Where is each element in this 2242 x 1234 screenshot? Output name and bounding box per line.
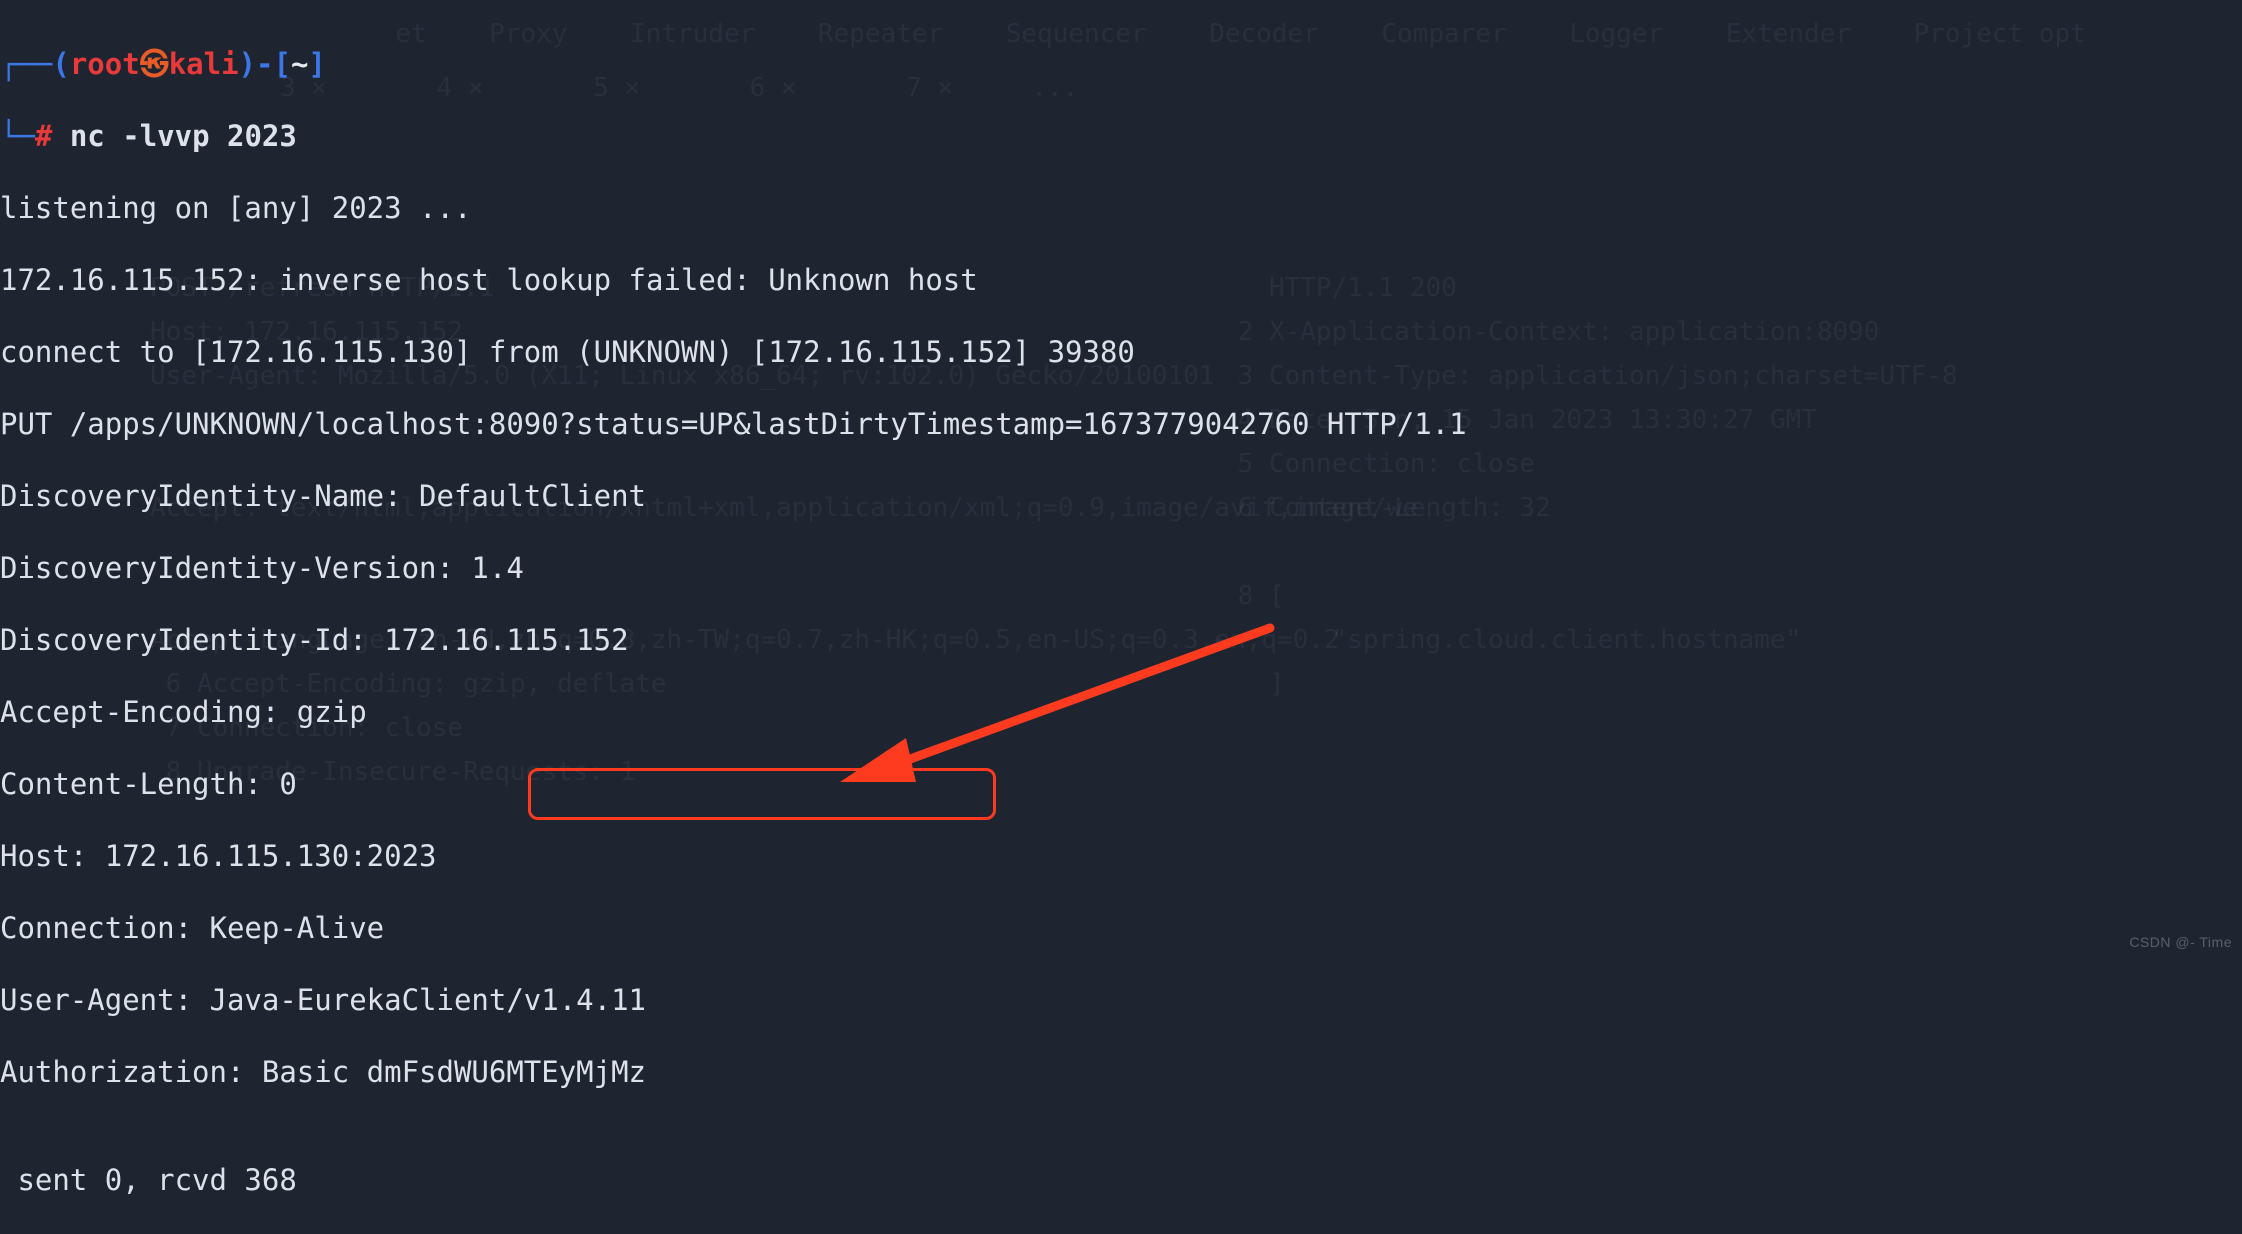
prompt-elbow: └─ [0, 119, 35, 153]
output-line-4: PUT /apps/UNKNOWN/localhost:8090?status=… [0, 406, 2242, 442]
prompt-line-1: ┌──(root㉿kali)-[~] [0, 46, 2242, 82]
output-line-5: DiscoveryIdentity-Name: DefaultClient [0, 478, 2242, 514]
prompt-path: ~ [291, 47, 308, 81]
prompt-bracket-close: ] [308, 47, 325, 81]
prompt-host: kali [169, 47, 239, 81]
output-line-6: DiscoveryIdentity-Version: 1.4 [0, 550, 2242, 586]
output-line-1: listening on [any] 2023 ... [0, 190, 2242, 226]
output-line-11: Connection: Keep-Alive [0, 910, 2242, 946]
auth-token: dmFsdWU6MTEyMjMz [367, 1055, 646, 1089]
prompt-logo-icon: ㉿ [140, 47, 169, 81]
output-line-10: Host: 172.16.115.130:2023 [0, 838, 2242, 874]
output-line-9: Content-Length: 0 [0, 766, 2242, 802]
prompt-bracket-open: ┌──( [0, 47, 70, 81]
prompt-line-2: └─# nc -lvvp 2023 [0, 118, 2242, 154]
output-line-15: sent 0, rcvd 368 [0, 1162, 2242, 1198]
output-line-2: 172.16.115.152: inverse host lookup fail… [0, 262, 2242, 298]
terminal[interactable]: ┌──(root㉿kali)-[~] └─# nc -lvvp 2023 lis… [0, 0, 2242, 966]
watermark: CSDN @- Time [2129, 924, 2232, 960]
command-text: nc -lvvp 2023 [52, 119, 296, 153]
prompt-user: root [70, 47, 140, 81]
output-line-7: DiscoveryIdentity-Id: 172.16.115.152 [0, 622, 2242, 658]
output-line-13: Authorization: Basic dmFsdWU6MTEyMjMz [0, 1054, 2242, 1090]
prompt-bracket-mid: )-[ [239, 47, 291, 81]
output-line-12: User-Agent: Java-EurekaClient/v1.4.11 [0, 982, 2242, 1018]
output-line-8: Accept-Encoding: gzip [0, 694, 2242, 730]
prompt-hash: # [35, 119, 52, 153]
output-line-3: connect to [172.16.115.130] from (UNKNOW… [0, 334, 2242, 370]
auth-label: Authorization: Basic [0, 1055, 367, 1089]
